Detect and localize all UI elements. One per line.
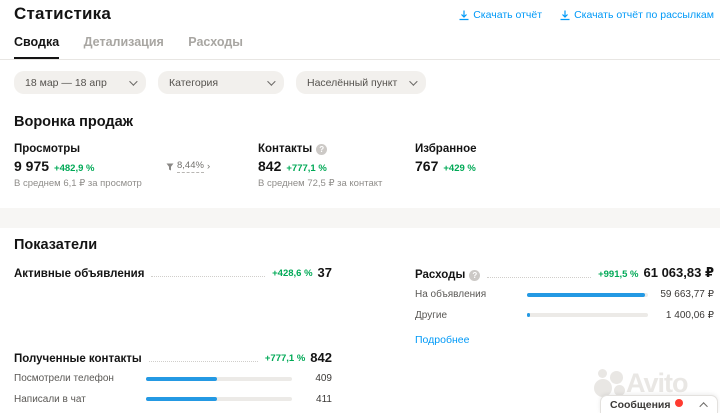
chevron-down-icon [267, 76, 276, 86]
received-contacts-label: Полученные контакты [14, 353, 142, 365]
expenses-details-link[interactable]: Подробнее [415, 334, 469, 346]
bar-fill [146, 397, 218, 402]
expenses-row-ads: На объявления 59 663,77 ₽ [415, 289, 714, 301]
active-ads-value: 37 [317, 265, 332, 280]
metric-favorites: Избранное 767 +429 % [415, 143, 477, 174]
row-label: Посмотрели телефон [14, 373, 114, 384]
metric-contacts-delta: +777,1 % [286, 163, 327, 174]
tab-summary[interactable]: Сводка [14, 35, 60, 59]
dotted-leader [487, 277, 592, 278]
metric-views: Просмотры 9 975 +482,9 % В среднем 6,1 ₽… [14, 143, 142, 189]
bar-fill [146, 376, 217, 381]
chevron-up-icon [699, 401, 708, 411]
received-contacts-delta: +777,1 % [264, 353, 306, 364]
expenses-delta: +991,5 % [598, 269, 639, 280]
download-mailing-report-link[interactable]: Скачать отчёт по рассылкам [560, 9, 714, 21]
messenger-widget[interactable]: Сообщения [600, 395, 718, 413]
row-value: 411 [316, 393, 332, 405]
unread-badge [674, 398, 683, 407]
expenses-rows: На объявления 59 663,77 ₽ Другие 1 400,0… [415, 289, 714, 321]
location-value: Населённый пункт [307, 76, 398, 89]
views-to-contacts-conversion[interactable]: 8,44% › [166, 160, 210, 173]
metric-views-value: 9 975 [14, 158, 50, 174]
statistics-page: Статистика Скачать отчёт Скачать отчёт п… [0, 0, 720, 413]
row-label: Другие [415, 309, 448, 321]
sales-funnel-title: Воронка продаж [14, 114, 133, 130]
download-report-link[interactable]: Скачать отчёт [459, 9, 542, 21]
category-filter[interactable]: Категория [158, 71, 284, 94]
row-value: 1 400,06 ₽ [665, 309, 714, 321]
contacts-row-phone: Посмотрели телефон 409 [14, 373, 332, 385]
bar-fill [527, 313, 530, 318]
expenses-header: Расходы ? +991,5 % 61 063,83 ₽ [415, 265, 714, 281]
metric-favorites-delta: +429 % [443, 163, 476, 174]
bar-track [146, 376, 292, 381]
download-icon [459, 10, 469, 20]
download-report-label: Скачать отчёт [473, 9, 543, 21]
metric-favorites-value: 767 [415, 158, 439, 174]
received-contacts-rows: Посмотрели телефон 409 Написали в чат 41… [14, 373, 332, 413]
metric-contacts: Контакты ? 842 +777,1 % В среднем 72,5 ₽… [258, 143, 382, 189]
row-label: На объявления [415, 289, 487, 300]
date-range-value: 18 мар — 18 апр [25, 76, 107, 89]
metric-contacts-label: Контакты [258, 143, 313, 155]
bar-track [146, 397, 292, 402]
expenses-label: Расходы [415, 269, 466, 281]
funnel-icon [166, 163, 174, 170]
messenger-label: Сообщения [610, 398, 671, 411]
chevron-right-icon: › [206, 161, 211, 172]
row-label: Написали в чат [14, 393, 86, 405]
bar-track [527, 292, 648, 297]
received-contacts-block: Полученные контакты +777,1 % 842 Посмотр… [14, 350, 332, 413]
row-value: 409 [315, 373, 332, 385]
received-contacts-value: 842 [310, 350, 332, 365]
conversion-value: 8,44% [177, 160, 204, 173]
category-value: Категория [169, 76, 219, 89]
chevron-down-icon [129, 76, 138, 86]
info-icon[interactable]: ? [316, 143, 328, 155]
active-ads-row: Активные объявления +428,6 % 37 [14, 265, 332, 280]
location-filter[interactable]: Населённый пункт [296, 71, 426, 94]
tabs: Сводка Детализация Расходы [0, 33, 720, 60]
dotted-leader [151, 276, 266, 277]
indicators-left-column: Активные объявления +428,6 % 37 Полученн… [14, 265, 332, 413]
metric-contacts-value: 842 [258, 158, 282, 174]
metric-views-label: Просмотры [14, 143, 81, 155]
bar-fill [527, 292, 646, 297]
metric-views-note: В среднем 6,1 ₽ за просмотр [14, 178, 142, 189]
contacts-row-chat: Написали в чат 411 [14, 394, 332, 406]
sales-funnel-metrics: Просмотры 9 975 +482,9 % В среднем 6,1 ₽… [14, 143, 720, 199]
active-ads-label: Активные объявления [14, 268, 145, 280]
filters-bar: 18 мар — 18 апр Категория Населённый пун… [14, 71, 720, 94]
received-contacts-header: Полученные контакты +777,1 % 842 [14, 350, 332, 365]
tab-expenses[interactable]: Расходы [188, 35, 243, 57]
date-range-filter[interactable]: 18 мар — 18 апр [14, 71, 146, 94]
metric-favorites-label: Избранное [415, 143, 477, 155]
expenses-block: Расходы ? +991,5 % 61 063,83 ₽ На объявл… [415, 265, 714, 348]
active-ads-delta: +428,6 % [272, 268, 313, 279]
download-icon [560, 10, 570, 20]
info-icon[interactable]: ? [469, 269, 481, 281]
dotted-leader [148, 361, 258, 362]
metric-views-delta: +482,9 % [54, 163, 95, 174]
metric-contacts-note: В среднем 72,5 ₽ за контакт [258, 178, 383, 189]
indicators-columns: Активные объявления +428,6 % 37 Полученн… [14, 265, 720, 413]
header-links: Скачать отчёт Скачать отчёт по рассылкам [459, 9, 714, 21]
tab-detailing[interactable]: Детализация [84, 35, 164, 57]
indicators-title: Показатели [14, 237, 98, 253]
row-value: 59 663,77 ₽ [660, 289, 714, 301]
chevron-down-icon [409, 76, 418, 86]
download-mailing-report-label: Скачать отчёт по рассылкам [574, 9, 714, 21]
section-divider [0, 208, 720, 228]
expenses-row-other: Другие 1 400,06 ₽ [415, 310, 714, 322]
bar-track [527, 313, 648, 318]
expenses-value: 61 063,83 ₽ [643, 265, 715, 280]
